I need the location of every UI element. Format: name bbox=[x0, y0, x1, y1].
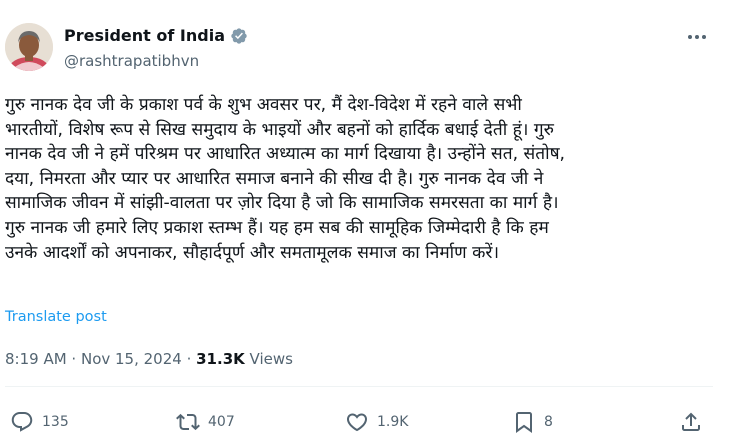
views-count: 31.3K bbox=[196, 350, 245, 368]
repost-icon bbox=[176, 413, 200, 431]
share-icon bbox=[682, 412, 700, 431]
action-bar: 135 407 1.9K 8 bbox=[0, 408, 729, 436]
bookmark-count: 8 bbox=[544, 414, 553, 430]
tweet-text: गुरु नानक देव जी के प्रकाश पर्व के शुभ अ… bbox=[5, 93, 710, 265]
divider bbox=[5, 386, 713, 387]
bookmark-button[interactable]: 8 bbox=[512, 408, 553, 436]
like-count: 1.9K bbox=[377, 414, 409, 430]
post-time[interactable]: 8:19 AM bbox=[5, 350, 67, 368]
meta-separator: · bbox=[181, 350, 197, 368]
tweet-line: सामाजिक जीवन में सांझी-वालता पर ज़ोर दिय… bbox=[5, 193, 559, 214]
reply-icon bbox=[11, 412, 33, 432]
avatar[interactable] bbox=[5, 23, 53, 71]
post-meta: 8:19 AM · Nov 15, 2024 · 31.3K Views bbox=[5, 349, 293, 369]
post-date[interactable]: Nov 15, 2024 bbox=[81, 350, 182, 368]
like-icon bbox=[346, 413, 368, 432]
like-button[interactable]: 1.9K bbox=[345, 408, 408, 436]
meta-separator: · bbox=[66, 350, 81, 368]
tweet-line: भारतीयों, विशेष रूप से सिख समुदाय के भाइ… bbox=[5, 119, 554, 140]
verified-icon bbox=[231, 28, 247, 44]
translate-post-link[interactable]: Translate post bbox=[5, 307, 107, 327]
reply-count: 135 bbox=[42, 414, 69, 430]
repost-count: 407 bbox=[208, 414, 235, 430]
tweet-line: दया, निमरता और प्यार पर आधारित समाज बनान… bbox=[5, 168, 544, 189]
avatar-image bbox=[5, 23, 53, 71]
repost-button[interactable]: 407 bbox=[176, 408, 235, 436]
tweet-line: नानक देव जी ने हमें परिश्रम पर आधारित अध… bbox=[5, 144, 566, 165]
tweet-line: उनके आदर्शों को अपनाकर, सौहार्दपूर्ण और … bbox=[5, 242, 500, 263]
reply-button[interactable]: 135 bbox=[10, 408, 69, 436]
tweet-line: गुरु नानक जी हमारे लिए प्रकाश स्तम्भ हैं… bbox=[5, 217, 549, 238]
author-handle[interactable]: @rashtrapatibhvn bbox=[64, 51, 199, 71]
tweet-line: गुरु नानक देव जी के प्रकाश पर्व के शुभ अ… bbox=[5, 95, 522, 115]
bookmark-icon bbox=[516, 412, 532, 433]
views-label: Views bbox=[249, 350, 293, 368]
share-button[interactable] bbox=[679, 408, 703, 436]
more-icon[interactable] bbox=[685, 27, 709, 47]
author-name[interactable]: President of India bbox=[64, 26, 225, 46]
